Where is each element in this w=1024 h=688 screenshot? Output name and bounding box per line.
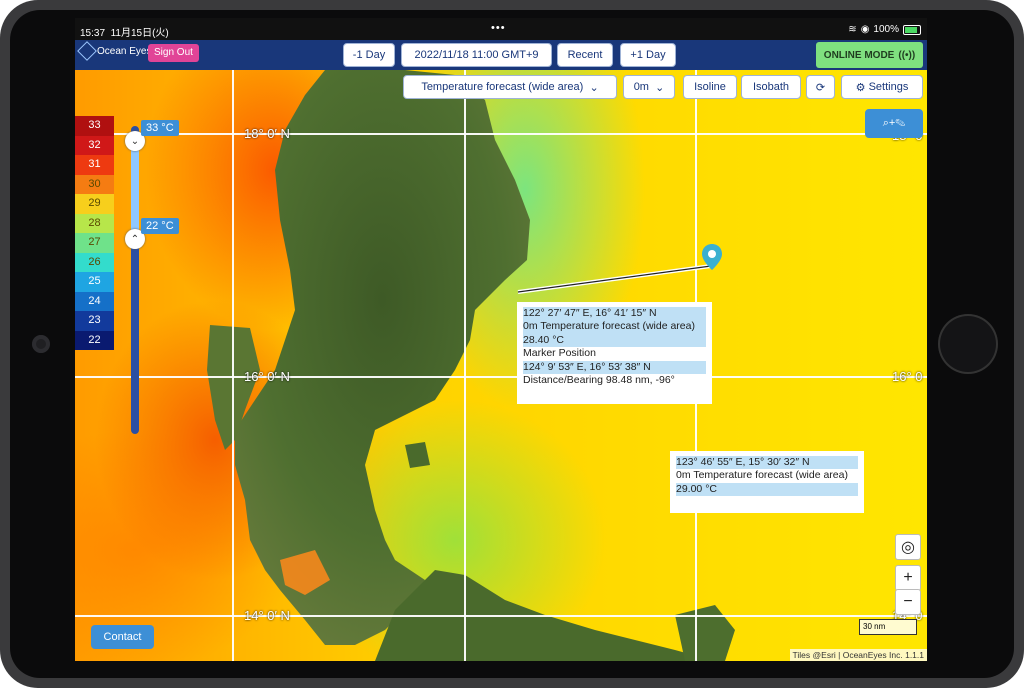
legend-swatch: 31	[75, 155, 114, 175]
broadcast-icon: ((•))	[898, 49, 916, 61]
datetime-button[interactable]: 2022/11/18 11:00 GMT+9	[401, 43, 552, 67]
next-day-button[interactable]: +1 Day	[620, 43, 676, 67]
legend-swatch: 24	[75, 291, 114, 311]
front-camera	[32, 335, 50, 353]
online-mode-indicator[interactable]: ONLINE MODE ((•))	[816, 42, 923, 68]
luzon-landmass	[235, 70, 530, 645]
popup2-value: 29.00 °C	[676, 482, 858, 497]
isoline-button[interactable]: Isoline	[683, 75, 737, 99]
orientation-lock-icon: ◉	[860, 24, 870, 35]
legend-swatch: 25	[75, 272, 114, 292]
wifi-icon: ≋	[848, 24, 857, 35]
min-temp-tag: 22 °C	[141, 218, 179, 234]
lat-label-16-right: 16° 0	[892, 369, 923, 384]
refresh-button[interactable]: ⟳	[806, 75, 835, 99]
range-slider[interactable]	[131, 126, 139, 434]
chevron-down-icon: ⌄	[589, 81, 599, 94]
popup-distance-bearing: Distance/Bearing 98.48 nm, -96°	[523, 374, 675, 387]
gridline-lat-18	[75, 133, 927, 135]
legend-swatch: 33	[75, 116, 114, 136]
zoom-out-button[interactable]: −	[895, 589, 921, 615]
slider-range-fill	[131, 136, 139, 243]
status-bar: 15:37 11月15日(火) ••• ≋ ◉ 100%	[75, 18, 927, 40]
zoom-in-button[interactable]: +	[895, 565, 921, 591]
locate-button[interactable]: ◎	[895, 534, 921, 560]
legend-swatch: 27	[75, 233, 114, 253]
max-temp-tag: 33 °C	[141, 120, 179, 136]
isobath-button[interactable]: Isobath	[741, 75, 801, 99]
legend-swatch: 22	[75, 330, 114, 350]
battery-percent: 100%	[873, 24, 899, 35]
gridline-lat-14	[75, 615, 927, 617]
contact-button[interactable]: Contact	[91, 625, 154, 649]
lat-label-14: 14° 0′ N	[244, 608, 290, 623]
settings-button[interactable]: ⚙ Settings	[841, 75, 923, 99]
gridline-lat-16	[75, 376, 927, 378]
app-logo: Ocean Eyes	[77, 41, 151, 61]
map-pin-icon[interactable]	[702, 244, 722, 270]
recent-button[interactable]: Recent	[557, 43, 613, 67]
info-popup-primary: 122° 27′ 47″ E, 16° 41′ 15″ N 0m Tempera…	[517, 302, 712, 404]
popup-marker-heading: Marker Position	[523, 347, 596, 360]
popup2-layer: 0m Temperature forecast (wide area)	[676, 469, 848, 482]
popup2-coord: 123° 46′ 55″ E, 15° 30′ 32″ N	[676, 456, 858, 470]
popup-layer: 0m Temperature forecast (wide area)	[523, 320, 706, 334]
app-header: Ocean Eyes Sign Out -1 Day 2022/11/18 11…	[75, 40, 927, 70]
map-canvas[interactable]	[75, 70, 927, 661]
chevron-down-icon: ⌄	[130, 135, 140, 147]
popup-marker-coord: 124° 9′ 53″ E, 16° 53′ 38″ N	[523, 360, 706, 375]
gear-icon: ⚙	[855, 81, 866, 94]
multitask-dots[interactable]: •••	[491, 22, 506, 34]
legend-swatch: 29	[75, 194, 114, 214]
popup-coord: 122° 27′ 47″ E, 16° 41′ 15″ N	[523, 307, 706, 321]
depth-select[interactable]: 0m ⌄	[623, 75, 675, 99]
crosshair-icon: ◎	[901, 539, 915, 556]
sign-out-button[interactable]: Sign Out	[148, 44, 199, 62]
app-screen: 15:37 11月15日(火) ••• ≋ ◉ 100% 18° 0′ N 16…	[75, 18, 927, 661]
layer-select[interactable]: Temperature forecast (wide area) ⌄	[403, 75, 617, 99]
status-right: ≋ ◉ 100%	[848, 24, 921, 35]
gridline-lon-2	[464, 70, 466, 661]
polillo-island	[405, 442, 430, 468]
map-attribution: Tiles @Esri | OceanEyes Inc. 1.1.1	[789, 649, 927, 661]
measure-tool-button[interactable]: ⌕+✎	[865, 109, 923, 138]
home-button[interactable]	[938, 314, 998, 374]
ipad-frame: 15:37 11月15日(火) ••• ≋ ◉ 100% 18° 0′ N 16…	[0, 0, 1024, 688]
popup-value: 28.40 °C	[523, 333, 706, 348]
prev-day-button[interactable]: -1 Day	[343, 43, 395, 67]
temperature-legend: 33 32 31 30 29 28 27 26 25 24 23 22	[75, 116, 114, 350]
scale-bar: 30 nm	[859, 619, 917, 635]
chevron-down-icon: ⌄	[655, 81, 665, 94]
battery-icon	[903, 24, 921, 35]
zoom-pencil-icon: ⌕+✎	[882, 117, 906, 129]
info-popup-secondary: 123° 46′ 55″ E, 15° 30′ 32″ N 0m Tempera…	[670, 451, 864, 513]
legend-swatch: 23	[75, 311, 114, 331]
lat-label-16: 16° 0′ N	[244, 369, 290, 384]
catanduanes-island	[675, 605, 735, 661]
status-time: 15:37 11月15日(火)	[80, 28, 169, 39]
refresh-icon: ⟳	[815, 81, 826, 94]
land-layer	[207, 70, 735, 661]
legend-swatch: 32	[75, 135, 114, 155]
legend-swatch: 26	[75, 252, 114, 272]
lat-label-18: 18° 0′ N	[244, 126, 290, 141]
legend-swatch: 30	[75, 174, 114, 194]
ocean-eyes-logo-icon	[77, 41, 97, 61]
gridline-lon-1	[232, 70, 234, 661]
chevron-up-icon: ⌃	[130, 233, 140, 245]
legend-swatch: 28	[75, 213, 114, 233]
